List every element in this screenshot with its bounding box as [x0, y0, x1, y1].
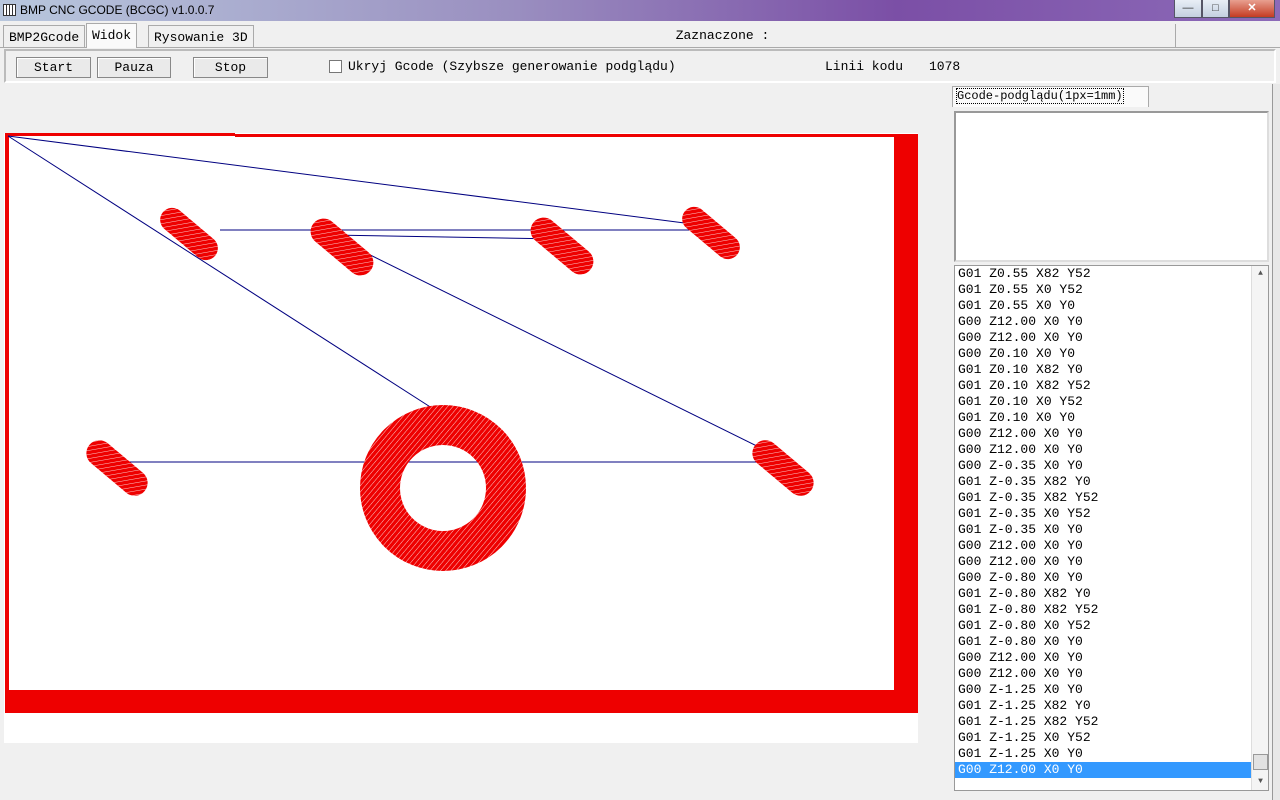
lines-label: Linii kodu	[825, 59, 904, 74]
gcode-line[interactable]: G01 Z-1.25 X82 Y52	[955, 714, 1251, 730]
gcode-line[interactable]: G00 Z12.00 X0 Y0	[955, 330, 1251, 346]
gcode-line[interactable]: G01 Z-0.80 X82 Y0	[955, 586, 1251, 602]
gcode-line[interactable]: G01 Z0.55 X82 Y52	[955, 266, 1251, 282]
gcode-line[interactable]: G01 Z0.10 X82 Y0	[955, 362, 1251, 378]
gcode-line[interactable]: G01 Z-0.35 X82 Y52	[955, 490, 1251, 506]
gcode-line[interactable]: G00 Z12.00 X0 Y0	[955, 650, 1251, 666]
close-button[interactable]: ✕	[1229, 0, 1275, 18]
scroll-up-icon[interactable]: ▲	[1253, 266, 1268, 282]
gcode-line[interactable]: G01 Z-0.35 X0 Y0	[955, 522, 1251, 538]
hide-gcode-label: Ukryj Gcode (Szybsze generowanie podgląd…	[348, 59, 676, 74]
tab-label: Gcode-podglądu(1px=1mm)	[956, 88, 1124, 104]
stop-button[interactable]: Stop	[193, 57, 268, 78]
gcode-line[interactable]: G00 Z0.10 X0 Y0	[955, 346, 1251, 362]
tab-widok[interactable]: Widok	[86, 23, 138, 48]
gcode-line[interactable]: G01 Z0.10 X0 Y52	[955, 394, 1251, 410]
gcode-line[interactable]: G00 Z12.00 X0 Y0	[955, 762, 1251, 778]
maximize-button[interactable]: □	[1202, 0, 1229, 18]
selected-label: Zaznaczone :	[270, 24, 1176, 48]
gcode-line[interactable]: G01 Z-0.80 X82 Y52	[955, 602, 1251, 618]
lines-value: 1078	[929, 59, 961, 74]
toolpath-drawing	[4, 133, 918, 743]
window-border	[1272, 84, 1280, 800]
gcode-line[interactable]: G01 Z-1.25 X0 Y0	[955, 746, 1251, 762]
hide-gcode-checkbox[interactable]	[329, 60, 342, 73]
gcode-line[interactable]: G00 Z12.00 X0 Y0	[955, 554, 1251, 570]
title-bar: BMP CNC GCODE (BCGC) v1.0.0.7 — □ ✕	[0, 0, 1280, 21]
pause-button[interactable]: Pauza	[97, 57, 171, 78]
minimize-button[interactable]: —	[1174, 0, 1202, 18]
preview-canvas[interactable]	[0, 86, 948, 744]
gcode-line[interactable]: G01 Z-1.25 X0 Y52	[955, 730, 1251, 746]
tab-bmp2gcode[interactable]: BMP2Gcode	[3, 25, 86, 47]
gcode-line[interactable]: G00 Z-0.80 X0 Y0	[955, 570, 1251, 586]
gcode-line[interactable]: G01 Z-0.35 X82 Y0	[955, 474, 1251, 490]
gcode-line[interactable]: G01 Z0.10 X82 Y52	[955, 378, 1251, 394]
gcode-line[interactable]: G00 Z-1.25 X0 Y0	[955, 682, 1251, 698]
gcode-line[interactable]: G00 Z12.00 X0 Y0	[955, 426, 1251, 442]
window-title: BMP CNC GCODE (BCGC) v1.0.0.7	[20, 3, 215, 17]
gcode-line[interactable]: G00 Z12.00 X0 Y0	[955, 538, 1251, 554]
toolbar: Start Pauza Stop Ukryj Gcode (Szybsze ge…	[4, 49, 1276, 83]
tab-rysowanie-3d[interactable]: Rysowanie 3D	[148, 25, 254, 47]
gcode-line[interactable]: G00 Z-0.35 X0 Y0	[955, 458, 1251, 474]
gcode-line[interactable]: G00 Z12.00 X0 Y0	[955, 666, 1251, 682]
tab-gcode-preview[interactable]: Gcode-podglądu(1px=1mm)	[952, 86, 1149, 107]
start-button[interactable]: Start	[16, 57, 91, 78]
gcode-line[interactable]: G01 Z0.55 X0 Y0	[955, 298, 1251, 314]
scroll-thumb[interactable]	[1253, 754, 1268, 770]
gcode-line[interactable]: G00 Z12.00 X0 Y0	[955, 442, 1251, 458]
gcode-line[interactable]: G01 Z-0.35 X0 Y52	[955, 506, 1251, 522]
gcode-line[interactable]: G01 Z-1.25 X82 Y0	[955, 698, 1251, 714]
gcode-line[interactable]: G00 Z12.00 X0 Y0	[955, 314, 1251, 330]
gcode-line[interactable]: G01 Z-0.80 X0 Y52	[955, 618, 1251, 634]
app-icon	[3, 4, 16, 16]
gcode-line[interactable]: G01 Z0.55 X0 Y52	[955, 282, 1251, 298]
gcode-mini-preview	[954, 111, 1269, 262]
gcode-list[interactable]: G01 Z0.55 X82 Y52 G01 Z0.55 X0 Y52 G01 Z0.…	[954, 265, 1269, 791]
scroll-down-icon[interactable]: ▼	[1253, 774, 1268, 790]
gcode-line[interactable]: G01 Z0.10 X0 Y0	[955, 410, 1251, 426]
scrollbar[interactable]: ▲ ▼	[1251, 266, 1268, 790]
gcode-line[interactable]: G01 Z-0.80 X0 Y0	[955, 634, 1251, 650]
